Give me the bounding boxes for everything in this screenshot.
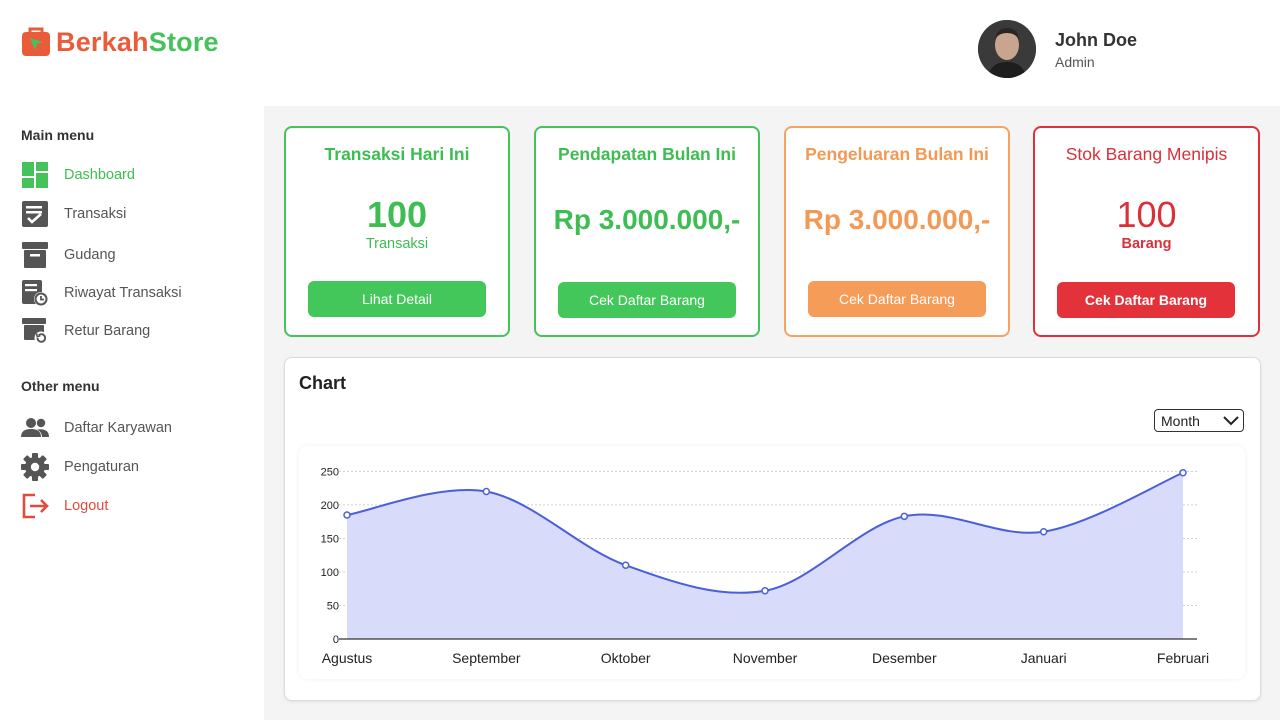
dashboard-icon <box>21 161 49 189</box>
sidebar-item-label: Dashboard <box>64 167 135 183</box>
sidebar-item-label: Pengaturan <box>64 459 139 475</box>
avatar[interactable] <box>978 20 1036 78</box>
data-point <box>1179 468 1187 477</box>
card-title: Pendapatan Bulan Ini <box>558 144 736 164</box>
sidebar-item-gudang[interactable]: Gudang <box>21 241 116 269</box>
x-tick-label: Agustus <box>322 650 373 666</box>
card-value: 100 <box>366 194 428 235</box>
sidebar-item-label: Daftar Karyawan <box>64 420 172 436</box>
area-chart: 0 50 100 150 200 250 Agustus September Oktober No… <box>321 466 1209 666</box>
card-title: Pengeluaran Bulan Ini <box>805 144 989 164</box>
user-name: John Doe <box>1055 29 1138 50</box>
chevron-down-icon <box>1223 415 1239 425</box>
sidebar-item-riwayat-transaksi[interactable]: Riwayat Transaksi <box>21 279 182 307</box>
data-point <box>1039 527 1048 536</box>
chart-panel: Chart Month 0 50 100 150 200 250 Agustus Septem… <box>284 357 1261 701</box>
card-value: Rp 3.000.000,- <box>553 204 741 235</box>
sidebar-item-label: Logout <box>64 498 109 514</box>
y-tick-label: 50 <box>327 600 339 612</box>
history-doc-icon <box>21 279 49 307</box>
main-content: Transaksi Hari Ini 100 Transaksi Lihat D… <box>264 106 1280 720</box>
sidebar-item-label: Transaksi <box>64 206 127 222</box>
sidebar-item-retur-barang[interactable]: Retur Barang <box>21 317 150 345</box>
y-tick-label: 250 <box>321 466 339 478</box>
shopping-bag-icon <box>22 27 50 56</box>
x-tick-label: Januari <box>1021 650 1067 666</box>
sidebar-item-transaksi[interactable]: Transaksi <box>21 200 126 228</box>
logout-icon <box>21 492 49 520</box>
brand-name: BerkahStore <box>56 26 219 58</box>
x-tick-label: Desember <box>872 650 937 666</box>
brand-name-part1: Berkah <box>56 27 149 57</box>
data-point <box>343 511 351 519</box>
cek-daftar-barang-button[interactable]: Cek Daftar Barang <box>558 282 736 318</box>
chart-area: 0 50 100 150 200 250 Agustus September Oktober No… <box>299 446 1245 679</box>
y-tick-label: 100 <box>321 567 339 579</box>
card-pendapatan-bulan-ini: Pendapatan Bulan Ini Rp 3.000.000,- Cek … <box>534 126 760 337</box>
sidebar-item-dashboard[interactable]: Dashboard <box>21 161 135 189</box>
sidebar-item-label: Gudang <box>64 247 116 263</box>
card-subtitle: Barang <box>1121 236 1172 252</box>
sidebar-item-label: Retur Barang <box>64 323 151 339</box>
sidebar-item-label: Riwayat Transaksi <box>64 285 182 301</box>
card-title: Stok Barang Menipis <box>1065 144 1228 164</box>
card-value: Rp 3.000.000,- <box>803 204 991 235</box>
series-area <box>347 472 1183 639</box>
other-menu-title: Other menu <box>21 378 100 394</box>
card-value: 100 <box>1116 194 1177 235</box>
data-point <box>761 586 769 595</box>
lihat-detail-button[interactable]: Lihat Detail <box>308 281 486 317</box>
sidebar-item-logout[interactable]: Logout <box>21 492 108 520</box>
period-select[interactable]: Month <box>1154 409 1244 432</box>
sidebar-item-daftar-karyawan[interactable]: Daftar Karyawan <box>21 414 172 442</box>
user-profile[interactable]: John Doe Admin <box>978 20 1137 78</box>
data-point <box>900 512 909 521</box>
people-icon <box>21 414 49 442</box>
checklist-icon <box>21 200 49 228</box>
data-point <box>482 487 491 496</box>
data-point <box>621 561 630 570</box>
archive-box-icon <box>21 241 49 269</box>
x-tick-label: Februari <box>1157 650 1209 666</box>
period-select-value: Month <box>1161 412 1200 429</box>
chart-title: Chart <box>299 373 347 393</box>
cek-daftar-barang-button[interactable]: Cek Daftar Barang <box>1057 282 1235 318</box>
brand-logo[interactable]: BerkahStore <box>20 26 219 58</box>
brand-name-part2: Store <box>148 27 219 57</box>
card-transaksi-hari-ini: Transaksi Hari Ini 100 Transaksi Lihat D… <box>284 126 510 337</box>
y-tick-label: 150 <box>321 533 339 545</box>
y-tick-label: 0 <box>333 634 339 646</box>
card-title: Transaksi Hari Ini <box>324 144 470 164</box>
cek-daftar-barang-button[interactable]: Cek Daftar Barang <box>808 281 986 317</box>
y-tick-label: 200 <box>321 500 339 512</box>
gear-icon <box>21 453 49 481</box>
user-role: Admin <box>1055 53 1095 70</box>
x-tick-label: Oktober <box>601 650 651 666</box>
card-pengeluaran-bulan-ini: Pengeluaran Bulan Ini Rp 3.000.000,- Cek… <box>784 126 1010 337</box>
card-stok-barang-menipis: Stok Barang Menipis 100 Barang Cek Dafta… <box>1033 126 1260 337</box>
card-subtitle: Transaksi <box>365 236 429 252</box>
main-menu-title: Main menu <box>21 127 95 143</box>
x-tick-label: November <box>733 650 798 666</box>
sidebar: Main menu Dashboard Transaksi Gudang Riw… <box>0 106 264 720</box>
x-tick-label: September <box>452 650 521 666</box>
sidebar-item-pengaturan[interactable]: Pengaturan <box>21 453 139 481</box>
user-photo-icon <box>978 20 1036 78</box>
return-box-icon <box>21 317 49 345</box>
